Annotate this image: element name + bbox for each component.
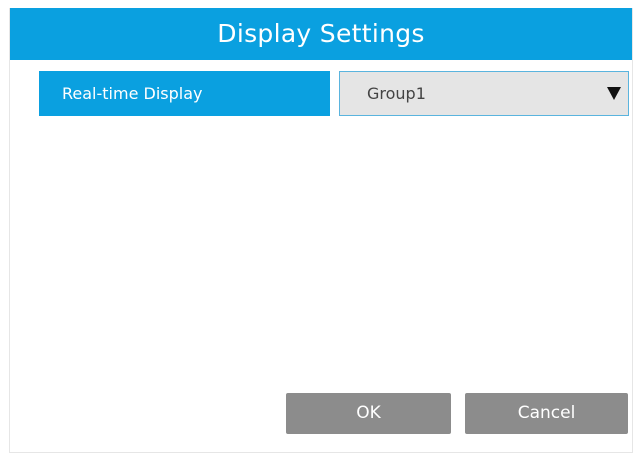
ok-button[interactable]: OK bbox=[286, 393, 451, 434]
caret-down-icon[interactable] bbox=[607, 87, 621, 100]
display-settings-dialog: Display Settings Real-time Display Group… bbox=[9, 8, 633, 453]
cancel-button[interactable]: Cancel bbox=[465, 393, 628, 434]
dialog-title: Display Settings bbox=[10, 8, 632, 60]
realtime-display-select[interactable]: Group1 bbox=[339, 71, 629, 116]
realtime-display-label: Real-time Display bbox=[39, 71, 330, 116]
realtime-display-selected-value: Group1 bbox=[367, 84, 426, 103]
realtime-display-row: Real-time Display Group1 bbox=[39, 71, 629, 116]
